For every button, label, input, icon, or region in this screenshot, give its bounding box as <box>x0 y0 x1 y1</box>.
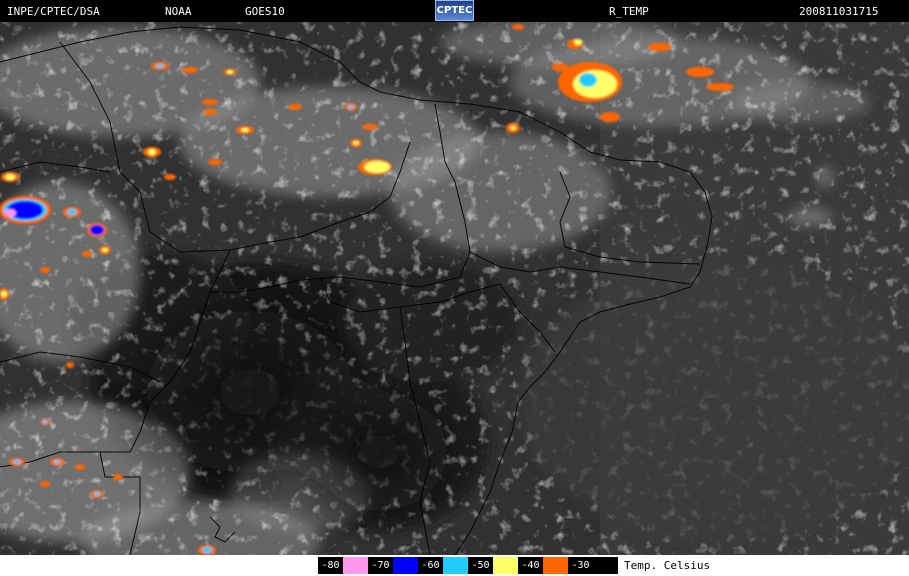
legend-bar: -80 -70 -60 -50 -40 -30 Temp. Celsius <box>0 555 909 576</box>
legend-swatch <box>543 557 568 574</box>
legend-swatch <box>393 557 418 574</box>
satellite-label: GOES10 <box>245 5 285 18</box>
legend-swatch <box>593 557 618 574</box>
product-label: R_TEMP <box>609 5 649 18</box>
legend-title: Temp. Celsius <box>624 559 711 572</box>
legend-label: -40 <box>518 557 543 574</box>
legend-label: -80 <box>318 557 343 574</box>
legend-swatch <box>343 557 368 574</box>
legend-label: -50 <box>468 557 493 574</box>
temperature-legend: -80 -70 -60 -50 -40 -30 Temp. Celsius <box>318 557 710 574</box>
image-header: INPE/CPTEC/DSA NOAA GOES10 CPTEC R_TEMP … <box>0 0 909 22</box>
satellite-image <box>0 22 909 555</box>
legend-swatch <box>443 557 468 574</box>
legend-swatch <box>493 557 518 574</box>
agency-label: NOAA <box>165 5 192 18</box>
timestamp-label: 200811031715 <box>799 5 879 18</box>
legend-label: -70 <box>368 557 393 574</box>
legend-label: -60 <box>418 557 443 574</box>
legend-label: -30 <box>568 557 593 574</box>
cptec-logo: CPTEC <box>435 0 474 21</box>
institution-label: INPE/CPTEC/DSA <box>7 5 100 18</box>
